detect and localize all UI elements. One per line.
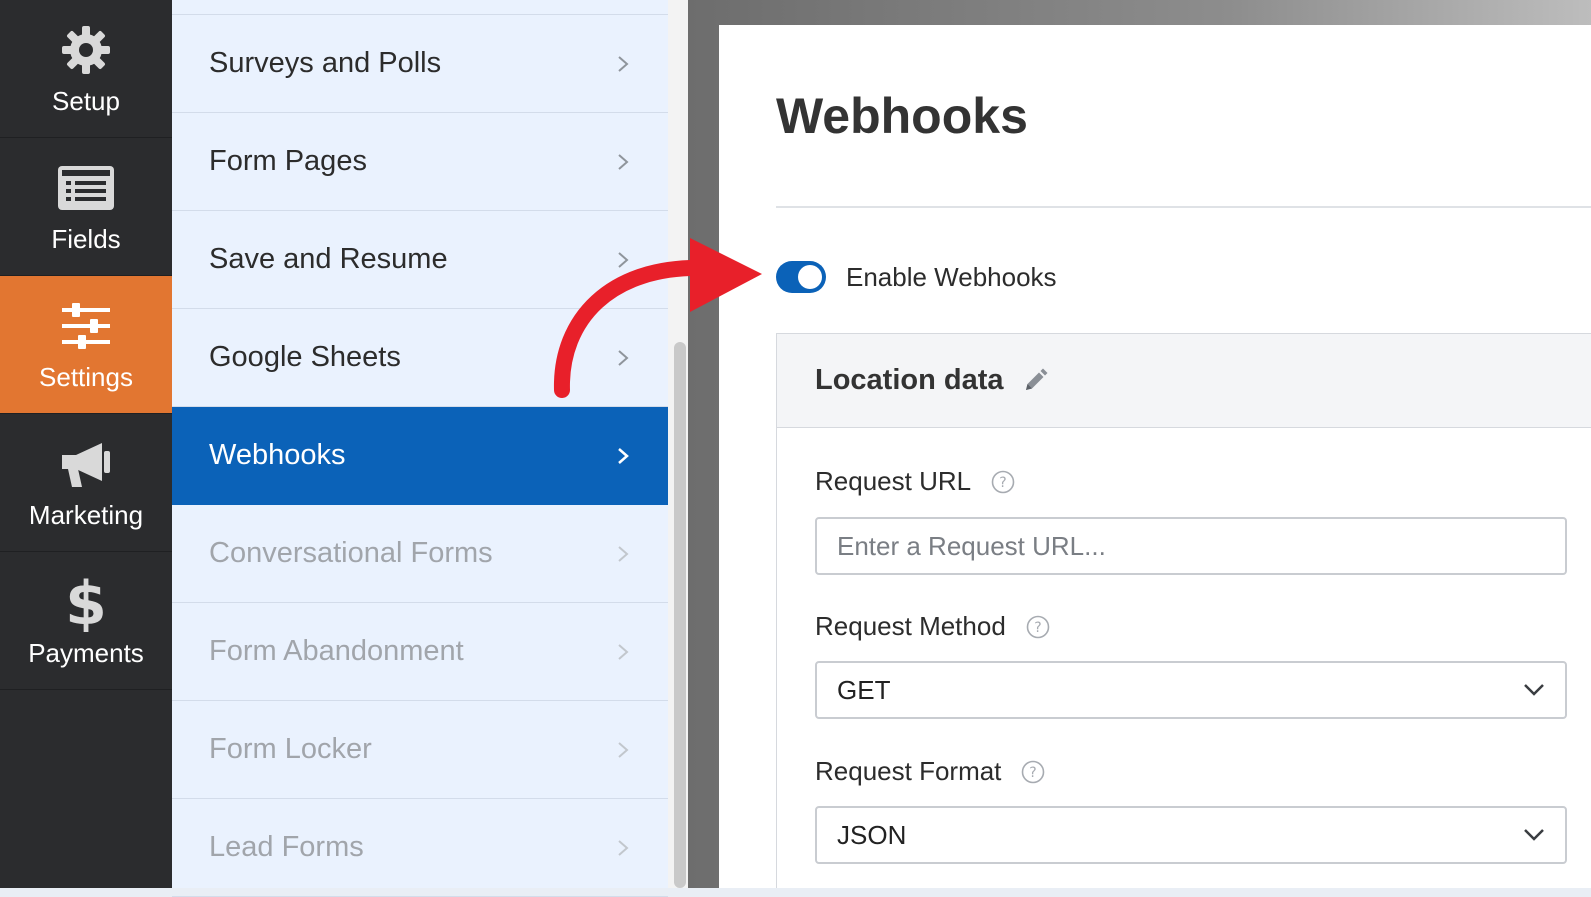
help-icon[interactable]: ? bbox=[991, 470, 1015, 494]
request-method-label: Request Method ? bbox=[815, 611, 1050, 642]
settings-submenu: Surveys and Polls Form Pages Save and Re… bbox=[172, 0, 668, 897]
request-url-input[interactable] bbox=[815, 517, 1567, 575]
chevron-right-icon bbox=[618, 545, 629, 562]
rail-item-label: Marketing bbox=[28, 500, 144, 530]
toggle-knob bbox=[798, 265, 822, 289]
submenu-item-form-pages[interactable]: Form Pages bbox=[172, 113, 668, 211]
submenu-item-save-and-resume[interactable]: Save and Resume bbox=[172, 211, 668, 309]
submenu-divider bbox=[172, 0, 668, 15]
rail-item-label: Fields bbox=[51, 224, 121, 254]
chevron-right-icon bbox=[618, 251, 629, 268]
submenu-item-label: Surveys and Polls bbox=[209, 47, 442, 79]
svg-text:?: ? bbox=[1034, 620, 1041, 636]
title-divider bbox=[776, 206, 1591, 208]
submenu-item-label: Form Locker bbox=[209, 733, 372, 765]
chevron-right-icon bbox=[618, 447, 629, 464]
location-data-header: Location data bbox=[777, 334, 1591, 428]
gear-icon bbox=[56, 20, 116, 80]
request-method-select[interactable]: GET bbox=[815, 661, 1567, 719]
rail-item-label: Payments bbox=[28, 638, 144, 668]
chevron-right-icon bbox=[618, 153, 629, 170]
rail-item-settings[interactable]: Settings bbox=[0, 276, 172, 414]
rail-item-payments[interactable]: $ Payments bbox=[0, 552, 172, 690]
submenu-item-lead-forms[interactable]: Lead Forms bbox=[172, 799, 668, 897]
enable-webhooks-toggle[interactable] bbox=[776, 261, 826, 293]
submenu-item-label: Conversational Forms bbox=[209, 537, 493, 569]
submenu-item-form-locker[interactable]: Form Locker bbox=[172, 701, 668, 799]
page-title: Webhooks bbox=[776, 88, 1028, 144]
rail-item-marketing[interactable]: Marketing bbox=[0, 414, 172, 552]
request-format-label-text: Request Format bbox=[815, 756, 1002, 786]
svg-text:?: ? bbox=[1030, 765, 1037, 781]
request-format-select[interactable]: JSON bbox=[815, 806, 1567, 864]
rail-item-fields[interactable]: Fields bbox=[0, 138, 172, 276]
submenu-item-conversational-forms[interactable]: Conversational Forms bbox=[172, 505, 668, 603]
pencil-icon[interactable] bbox=[1022, 368, 1048, 394]
chevron-right-icon bbox=[618, 839, 629, 856]
submenu-item-google-sheets[interactable]: Google Sheets bbox=[172, 309, 668, 407]
location-data-section: Location data Request URL ? Request Meth… bbox=[776, 333, 1591, 888]
rail-item-label: Setup bbox=[52, 86, 120, 116]
submenu-item-webhooks[interactable]: Webhooks bbox=[172, 407, 668, 505]
chevron-right-icon bbox=[618, 643, 629, 660]
submenu-item-label: Google Sheets bbox=[209, 341, 401, 373]
webhooks-panel: Webhooks Enable Webhooks Location data R… bbox=[719, 25, 1591, 888]
rail-item-label: Settings bbox=[39, 362, 133, 392]
svg-text:$: $ bbox=[66, 572, 106, 632]
submenu-item-label: Form Abandonment bbox=[209, 635, 464, 667]
megaphone-icon bbox=[56, 434, 116, 494]
submenu-item-label: Lead Forms bbox=[209, 831, 364, 863]
rail-item-setup[interactable]: Setup bbox=[0, 0, 172, 138]
chevron-down-icon bbox=[1524, 684, 1544, 696]
submenu-scrollbar-thumb[interactable] bbox=[674, 342, 686, 888]
location-data-title: Location data bbox=[815, 364, 1004, 396]
submenu-item-label: Form Pages bbox=[209, 145, 367, 177]
sliders-icon bbox=[56, 296, 116, 356]
submenu-item-form-abandonment[interactable]: Form Abandonment bbox=[172, 603, 668, 701]
chevron-down-icon bbox=[1524, 829, 1544, 841]
submenu-item-label: Webhooks bbox=[209, 439, 346, 471]
chevron-right-icon bbox=[618, 741, 629, 758]
help-icon[interactable]: ? bbox=[1021, 760, 1045, 784]
svg-text:?: ? bbox=[999, 475, 1006, 491]
enable-webhooks-row: Enable Webhooks bbox=[776, 260, 1057, 294]
submenu-item-surveys-and-polls[interactable]: Surveys and Polls bbox=[172, 15, 668, 113]
request-method-value: GET bbox=[837, 674, 891, 705]
request-method-label-text: Request Method bbox=[815, 611, 1006, 641]
request-url-label: Request URL ? bbox=[815, 466, 1015, 497]
dollar-icon: $ bbox=[56, 572, 116, 632]
request-format-label: Request Format ? bbox=[815, 756, 1045, 787]
request-format-value: JSON bbox=[837, 819, 907, 850]
enable-webhooks-label[interactable]: Enable Webhooks bbox=[846, 262, 1057, 293]
submenu-item-label: Save and Resume bbox=[209, 243, 448, 275]
builder-sidebar: Setup Fields Settings Marketing $ Paymen… bbox=[0, 0, 172, 888]
chevron-right-icon bbox=[618, 349, 629, 366]
chevron-right-icon bbox=[618, 55, 629, 72]
list-icon bbox=[56, 158, 116, 218]
request-url-label-text: Request URL bbox=[815, 466, 972, 496]
help-icon[interactable]: ? bbox=[1026, 615, 1050, 639]
